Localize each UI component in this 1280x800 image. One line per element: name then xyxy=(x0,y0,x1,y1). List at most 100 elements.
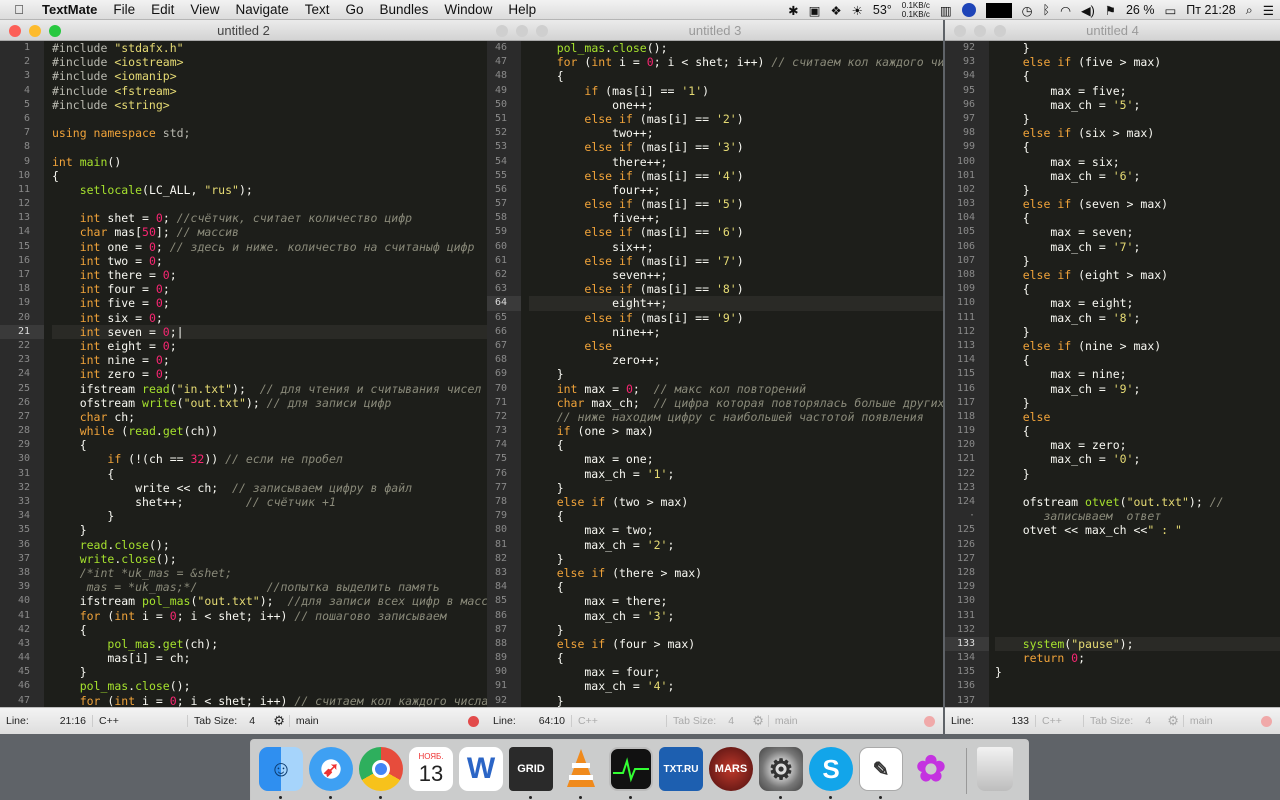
code-line[interactable]: else if (mas[i] == '4') xyxy=(529,169,943,183)
line-number[interactable]: 106 xyxy=(945,240,989,254)
menu-text[interactable]: Text xyxy=(297,2,338,17)
code-line[interactable]: eight++; xyxy=(529,296,943,311)
title-bar[interactable]: untitled 4 xyxy=(945,20,1280,41)
code-line[interactable]: } xyxy=(995,396,1280,410)
brightness-icon[interactable]: ✱ xyxy=(788,3,798,18)
line-number[interactable]: 104 xyxy=(945,211,989,225)
symbol-selector[interactable]: main xyxy=(767,715,804,727)
line-number[interactable]: 105 xyxy=(945,225,989,239)
line-number[interactable]: 47 xyxy=(487,55,521,69)
code-line[interactable]: } xyxy=(529,481,943,495)
code-line[interactable]: max_ch = '6'; xyxy=(995,169,1280,183)
code-line[interactable]: } xyxy=(995,183,1280,197)
code-line[interactable]: int four = 0; xyxy=(52,282,487,296)
code-line[interactable]: two++; xyxy=(529,126,943,140)
chrome-icon[interactable] xyxy=(359,747,403,791)
line-number[interactable]: 85 xyxy=(487,594,521,608)
line-number[interactable]: 125 xyxy=(945,523,989,537)
line-number[interactable]: 128 xyxy=(945,566,989,580)
code-line[interactable]: } xyxy=(529,694,943,707)
line-number[interactable]: 6 xyxy=(0,112,44,126)
line-number[interactable]: 88 xyxy=(487,637,521,651)
code-line[interactable]: there++; xyxy=(529,155,943,169)
line-number[interactable]: 90 xyxy=(487,665,521,679)
wifi-icon[interactable]: ◠ xyxy=(1060,3,1071,18)
code-line[interactable]: // ниже находим цифру с наибольшей часто… xyxy=(529,410,943,424)
line-number[interactable]: 30 xyxy=(0,452,44,466)
line-number[interactable]: 20 xyxy=(0,311,44,325)
code-line[interactable]: int shet = 0; //счётчик, считает количес… xyxy=(52,211,487,225)
line-number[interactable]: 28 xyxy=(0,424,44,438)
code-line[interactable]: { xyxy=(995,353,1280,367)
macro-record-button[interactable] xyxy=(924,716,935,727)
line-number[interactable]: 92 xyxy=(945,41,989,55)
line-number[interactable]: 122 xyxy=(945,467,989,481)
line-number[interactable]: 112 xyxy=(945,325,989,339)
line-number[interactable]: 27 xyxy=(0,410,44,424)
gear-icon[interactable]: ⚙ xyxy=(748,713,768,729)
line-number[interactable]: 136 xyxy=(945,679,989,693)
line-number[interactable]: · xyxy=(945,509,989,523)
code-line[interactable]: system("pause"); xyxy=(995,636,1280,652)
line-number[interactable]: 114 xyxy=(945,353,989,367)
code-line[interactable] xyxy=(995,552,1280,566)
line-number-gutter[interactable]: 92 93 94 95 96 97 98 99 100 101 102 103 104 105 106 107… xyxy=(945,41,989,707)
code-line[interactable]: max = seven; xyxy=(995,225,1280,239)
line-number[interactable]: 2 xyxy=(0,55,44,69)
line-number[interactable]: 58 xyxy=(487,211,521,225)
line-number[interactable]: 45 xyxy=(0,665,44,679)
line-number[interactable]: 64 xyxy=(487,296,521,311)
app-menu[interactable]: TextMate xyxy=(38,2,105,17)
code-line[interactable]: read.close(); xyxy=(52,538,487,552)
menu-go[interactable]: Go xyxy=(338,2,372,17)
code-line[interactable]: else if (seven > max) xyxy=(995,197,1280,211)
code-line[interactable]: else if (four > max) xyxy=(529,637,943,651)
weather-icon[interactable]: ☀ xyxy=(852,3,863,18)
code-line[interactable]: записываем ответ xyxy=(995,509,1280,523)
code-line[interactable]: max_ch = '8'; xyxy=(995,311,1280,325)
code-line[interactable] xyxy=(52,140,487,154)
code-line[interactable]: else if (mas[i] == '3') xyxy=(529,140,943,154)
code-line[interactable]: int main() xyxy=(52,155,487,169)
code-line[interactable]: { xyxy=(995,211,1280,225)
code-line[interactable]: else xyxy=(529,339,943,353)
line-number[interactable]: 60 xyxy=(487,240,521,254)
symbol-selector[interactable]: main xyxy=(1182,715,1219,727)
line-number[interactable]: 18 xyxy=(0,282,44,296)
code-line[interactable]: setlocale(LC_ALL, "rus"); xyxy=(52,183,487,197)
line-number[interactable]: 117 xyxy=(945,396,989,410)
line-number[interactable]: 48 xyxy=(487,69,521,83)
code-line[interactable]: #include <iomanip> xyxy=(52,69,487,83)
code-line[interactable]: else if (six > max) xyxy=(995,126,1280,140)
code-line[interactable]: { xyxy=(995,282,1280,296)
battery-percent[interactable]: 26 % xyxy=(1126,3,1155,17)
code-line[interactable]: else if (mas[i] == '5') xyxy=(529,197,943,211)
menu-window[interactable]: Window xyxy=(436,2,500,17)
line-number[interactable]: 39 xyxy=(0,580,44,594)
line-number[interactable]: 65 xyxy=(487,311,521,325)
line-position[interactable]: 133 xyxy=(997,715,1035,727)
line-number[interactable]: 59 xyxy=(487,225,521,239)
line-number[interactable]: 120 xyxy=(945,438,989,452)
line-number[interactable]: 32 xyxy=(0,481,44,495)
line-number[interactable]: 55 xyxy=(487,169,521,183)
line-number[interactable]: 7 xyxy=(0,126,44,140)
code-line[interactable]: int five = 0; xyxy=(52,296,487,310)
code-line[interactable]: #include <string> xyxy=(52,98,487,112)
apple-menu-icon[interactable]:  xyxy=(0,2,38,17)
code-line[interactable]: else if (mas[i] == '8') xyxy=(529,282,943,296)
code-line[interactable]: five++; xyxy=(529,211,943,225)
language-selector[interactable]: C++ xyxy=(92,715,187,727)
line-number[interactable]: 49 xyxy=(487,84,521,98)
code-line[interactable]: max_ch = '0'; xyxy=(995,452,1280,466)
line-number[interactable]: 76 xyxy=(487,467,521,481)
line-number[interactable]: 41 xyxy=(0,609,44,623)
code-line[interactable] xyxy=(52,112,487,126)
code-line[interactable]: max = zero; xyxy=(995,438,1280,452)
code-line[interactable] xyxy=(995,481,1280,495)
line-number[interactable]: 127 xyxy=(945,552,989,566)
code-line[interactable]: if (mas[i] == '1') xyxy=(529,84,943,98)
code-line[interactable] xyxy=(995,679,1280,693)
line-number[interactable]: 67 xyxy=(487,339,521,353)
activity-monitor-icon[interactable] xyxy=(609,747,653,791)
